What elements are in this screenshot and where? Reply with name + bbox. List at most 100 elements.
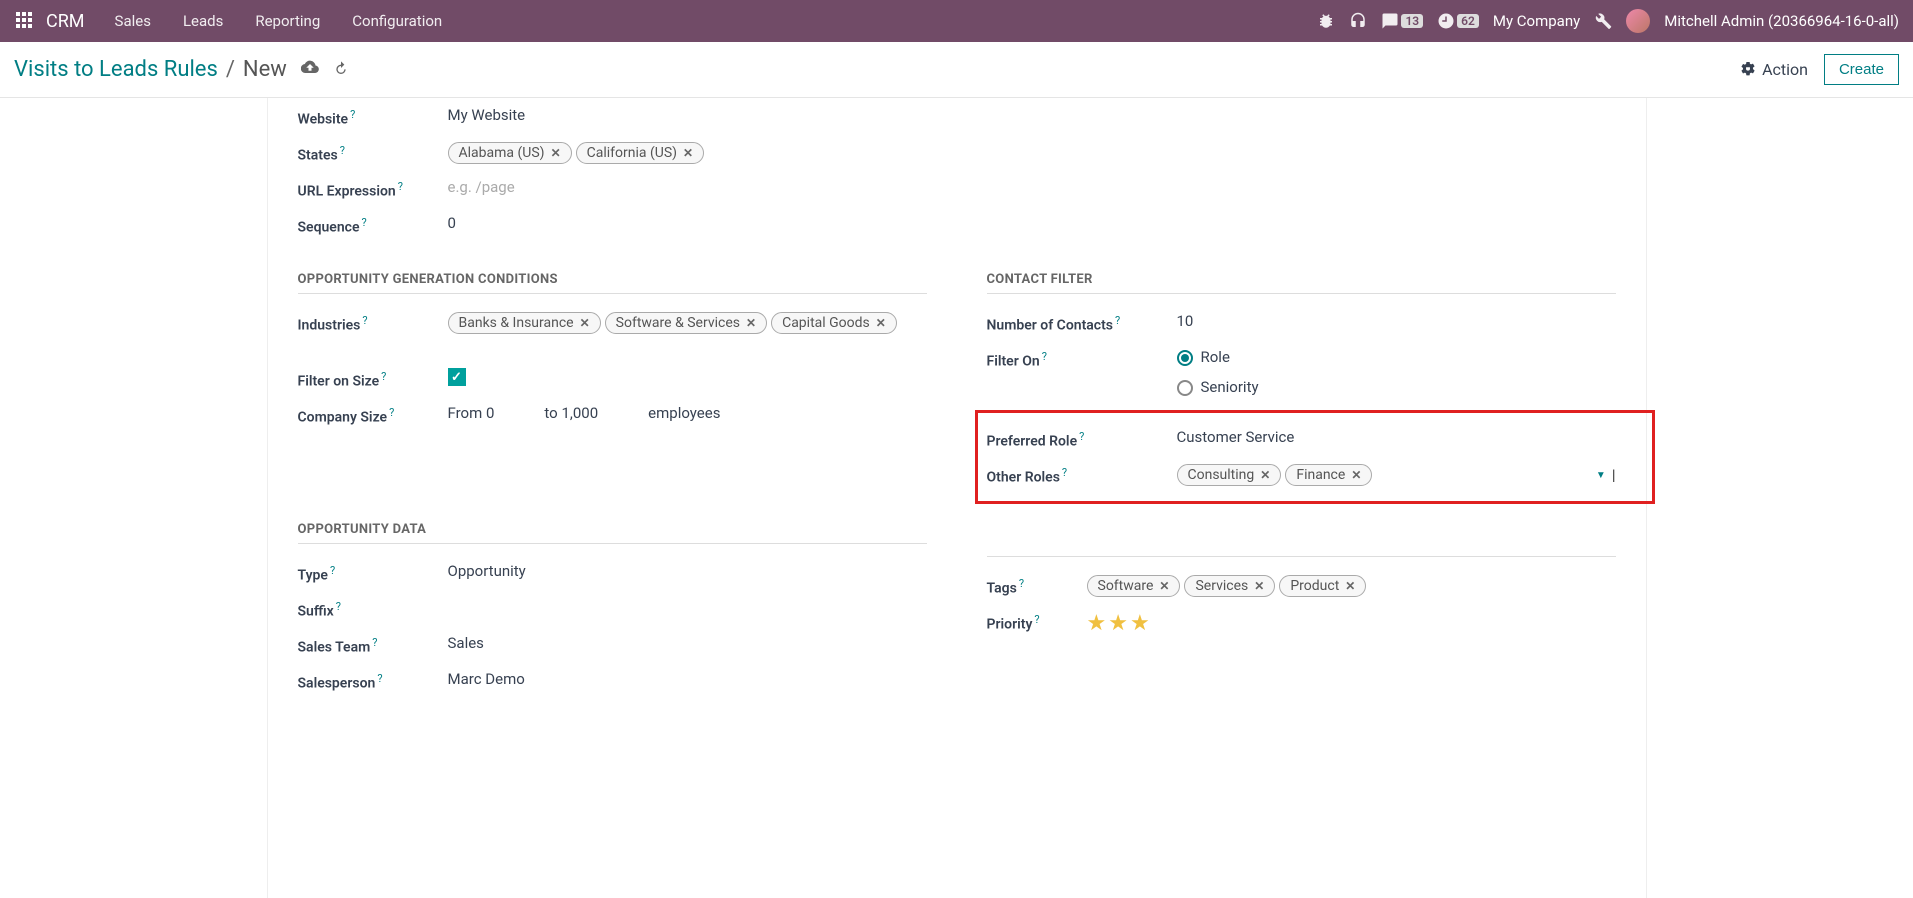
tag-remove-icon[interactable]: ✕ [683, 146, 693, 160]
help-icon[interactable]: ? [330, 564, 335, 577]
company-switcher[interactable]: My Company [1493, 12, 1580, 30]
tools-icon[interactable] [1594, 12, 1612, 30]
help-icon[interactable]: ? [1019, 577, 1024, 590]
form-sheet: Website? My Website States? Alabama (US)… [267, 98, 1647, 898]
tag-remove-icon[interactable]: ✕ [580, 316, 590, 330]
messages-icon[interactable]: 13 [1381, 12, 1423, 30]
help-icon[interactable]: ? [340, 144, 345, 157]
help-icon[interactable]: ? [381, 370, 386, 383]
field-preferred-role: Preferred Role? Customer Service [987, 420, 1616, 456]
help-icon[interactable]: ? [1034, 613, 1039, 626]
dropdown-caret-icon[interactable]: ▼ [1596, 470, 1606, 481]
help-icon[interactable]: ? [1115, 314, 1120, 327]
size-to-input[interactable]: 1,000 [561, 404, 598, 422]
create-button[interactable]: Create [1824, 54, 1899, 85]
tag-remove-icon[interactable]: ✕ [1254, 579, 1264, 593]
messages-badge: 13 [1401, 14, 1423, 28]
star-icon[interactable]: ★ [1108, 611, 1128, 636]
field-website: Website? My Website [298, 98, 958, 134]
nav-reporting[interactable]: Reporting [241, 12, 334, 30]
url-expression-input[interactable]: e.g. /page [448, 176, 958, 196]
tag-remove-icon[interactable]: ✕ [1159, 579, 1169, 593]
tag-opp: Software✕ [1087, 575, 1181, 597]
breadcrumb-current: New [243, 57, 287, 82]
tag-industry: Capital Goods✕ [771, 312, 897, 334]
states-tags[interactable]: Alabama (US)✕ California (US)✕ [448, 140, 958, 164]
field-filter-on: Filter On? Role Seniority [987, 340, 1616, 402]
tag-remove-icon[interactable]: ✕ [1345, 579, 1355, 593]
size-unit-label: employees [648, 404, 720, 422]
help-icon[interactable]: ? [377, 672, 382, 685]
tag-role: Finance✕ [1285, 464, 1372, 486]
help-icon[interactable]: ? [362, 314, 367, 327]
radio-role[interactable]: Role [1177, 348, 1230, 366]
tag-remove-icon[interactable]: ✕ [551, 146, 561, 160]
tag-remove-icon[interactable]: ✕ [1260, 468, 1270, 482]
tag-state: California (US)✕ [576, 142, 704, 164]
breadcrumb-separator: / [226, 57, 235, 82]
filter-size-checkbox[interactable] [448, 368, 466, 386]
field-number-of-contacts: Number of Contacts? 10 [987, 304, 1616, 340]
discard-icon[interactable] [333, 57, 349, 82]
nav-leads[interactable]: Leads [169, 12, 237, 30]
star-icon[interactable]: ★ [1130, 611, 1150, 636]
help-icon[interactable]: ? [336, 600, 341, 613]
other-roles-tags[interactable]: Consulting✕ Finance✕ ▼ [1177, 462, 1616, 486]
star-icon[interactable]: ★ [1087, 611, 1107, 636]
tag-remove-icon[interactable]: ✕ [876, 316, 886, 330]
salesperson-value[interactable]: Marc Demo [448, 668, 927, 688]
action-bar: Visits to Leads Rules / New Action Creat… [0, 42, 1913, 98]
activities-badge: 62 [1457, 14, 1479, 28]
tag-industry: Banks & Insurance✕ [448, 312, 601, 334]
website-value[interactable]: My Website [448, 104, 958, 124]
size-from-input[interactable]: 0 [486, 404, 494, 422]
field-company-size: Company Size? From 0 to 1,000 employees [298, 396, 927, 432]
cloud-save-icon[interactable] [301, 57, 319, 82]
radio-seniority[interactable]: Seniority [1177, 378, 1259, 396]
apps-icon[interactable] [16, 12, 34, 30]
tags-field[interactable]: Software✕ Services✕ Product✕ [1087, 573, 1616, 597]
help-icon[interactable]: ? [1042, 350, 1047, 363]
user-avatar[interactable] [1626, 9, 1650, 33]
preferred-role-value[interactable]: Customer Service [1177, 426, 1616, 446]
help-icon[interactable]: ? [1079, 430, 1084, 443]
tag-role: Consulting✕ [1177, 464, 1282, 486]
sales-team-value[interactable]: Sales [448, 632, 927, 652]
help-icon[interactable]: ? [398, 180, 403, 193]
bug-icon[interactable] [1317, 12, 1335, 30]
field-url-expression: URL Expression? e.g. /page [298, 170, 958, 206]
priority-stars[interactable]: ★ ★ ★ [1087, 609, 1616, 636]
field-sequence: Sequence? 0 [298, 206, 958, 242]
nav-configuration[interactable]: Configuration [338, 12, 456, 30]
tag-remove-icon[interactable]: ✕ [1351, 468, 1361, 482]
help-icon[interactable]: ? [1062, 466, 1067, 479]
field-states: States? Alabama (US)✕ California (US)✕ [298, 134, 958, 170]
breadcrumb-parent[interactable]: Visits to Leads Rules [14, 57, 218, 82]
field-sales-team: Sales Team? Sales [298, 626, 927, 662]
section-opportunity-data: OPPORTUNITY DATA [298, 492, 927, 544]
tag-remove-icon[interactable]: ✕ [746, 316, 756, 330]
num-contacts-value[interactable]: 10 [1177, 310, 1616, 330]
field-suffix: Suffix? [298, 590, 927, 626]
field-industries: Industries? Banks & Insurance✕ Software … [298, 304, 927, 340]
type-value[interactable]: Opportunity [448, 560, 927, 580]
industries-tags[interactable]: Banks & Insurance✕ Software & Services✕ … [448, 310, 927, 334]
top-navbar: CRM Sales Leads Reporting Configuration … [0, 0, 1913, 42]
help-icon[interactable]: ? [389, 406, 394, 419]
activities-icon[interactable]: 62 [1437, 12, 1479, 30]
nav-sales[interactable]: Sales [101, 12, 165, 30]
suffix-input[interactable] [448, 596, 927, 598]
help-icon[interactable]: ? [362, 216, 367, 229]
action-menu[interactable]: Action [1740, 60, 1808, 79]
breadcrumb: Visits to Leads Rules / New [14, 57, 349, 82]
section-opportunity-conditions: OPPORTUNITY GENERATION CONDITIONS [298, 242, 927, 294]
tag-opp: Services✕ [1184, 575, 1275, 597]
support-icon[interactable] [1349, 12, 1367, 30]
app-brand[interactable]: CRM [46, 11, 85, 32]
sequence-value[interactable]: 0 [448, 212, 958, 232]
help-icon[interactable]: ? [372, 636, 377, 649]
field-type: Type? Opportunity [298, 554, 927, 590]
user-menu[interactable]: Mitchell Admin (20366964-16-0-all) [1664, 12, 1899, 30]
help-icon[interactable]: ? [350, 108, 355, 121]
tag-opp: Product✕ [1279, 575, 1366, 597]
